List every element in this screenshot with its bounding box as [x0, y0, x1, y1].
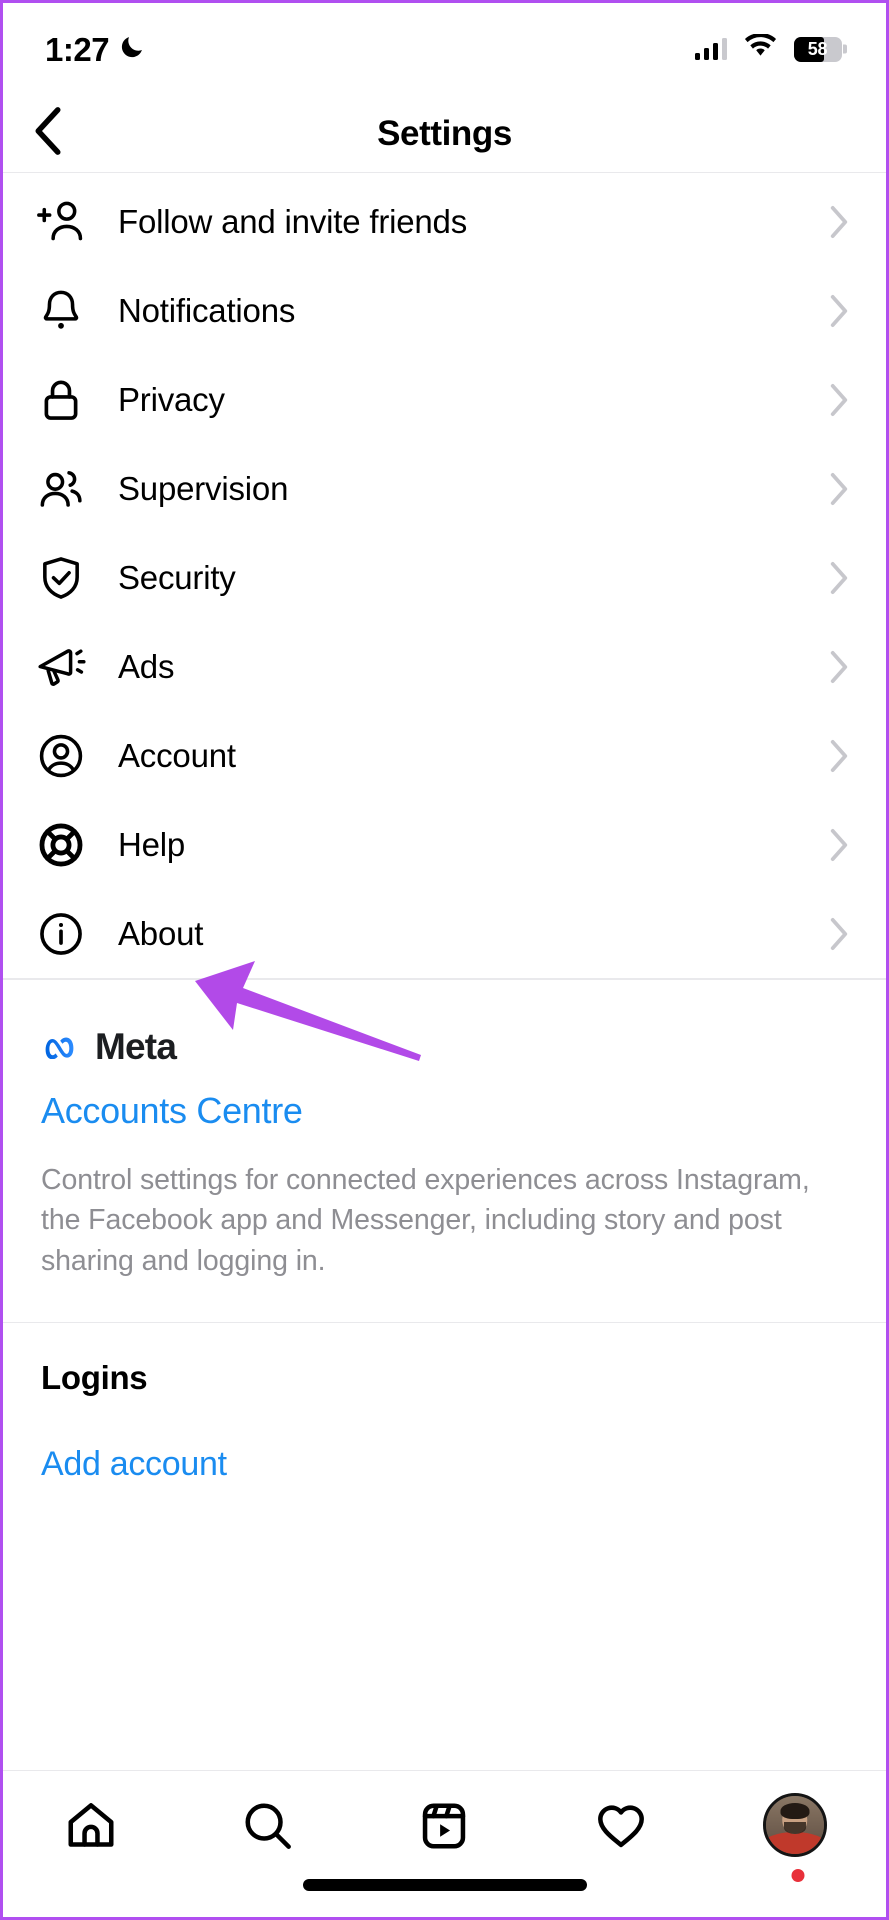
accounts-centre-link[interactable]: Accounts Centre	[41, 1090, 848, 1132]
menu-item-label: Privacy	[118, 380, 225, 418]
meta-accounts-centre-section: Meta Accounts Centre Control settings fo…	[3, 980, 886, 1322]
menu-item-label: Notifications	[118, 291, 296, 329]
menu-item-supervision[interactable]: Supervision	[3, 444, 886, 533]
chevron-right-icon	[828, 826, 850, 864]
nav-header: Settings	[3, 95, 886, 173]
meta-description: Control settings for connected experienc…	[41, 1163, 810, 1278]
notification-dot	[791, 1869, 805, 1882]
heart-icon	[593, 1798, 649, 1859]
chevron-right-icon	[828, 559, 850, 597]
menu-item-account[interactable]: Account	[3, 711, 886, 800]
chevron-right-icon	[828, 381, 850, 419]
menu-item-label: Security	[118, 558, 236, 596]
menu-item-label: Supervision	[118, 469, 289, 507]
menu-item-label: About	[118, 914, 204, 952]
menu-item-help[interactable]: Help	[3, 800, 886, 889]
chevron-right-icon	[828, 203, 850, 241]
chevron-right-icon	[828, 470, 850, 508]
menu-item-about[interactable]: About	[3, 889, 886, 978]
avatar-shirt	[765, 1831, 824, 1854]
add-account-link[interactable]: Add account	[41, 1445, 848, 1484]
bottom-tab-bar	[3, 1770, 886, 1917]
avatar-wrapper	[762, 1793, 833, 1882]
menu-item-label: Account	[118, 736, 236, 774]
menu-item-label: Ads	[118, 647, 175, 685]
battery-nub	[843, 44, 847, 54]
shield-check-icon	[34, 551, 88, 605]
person-add-icon	[34, 195, 88, 249]
status-bar-clock: 1:27	[45, 30, 110, 68]
person-circle-icon	[34, 729, 88, 783]
chevron-left-icon	[31, 105, 65, 162]
phone-screen: 1:27 58 Settings Follow and invite frien…	[0, 0, 889, 1920]
megaphone-icon	[34, 640, 88, 694]
crescent-moon-icon	[118, 33, 146, 66]
avatar-beard	[783, 1821, 806, 1835]
search-icon	[240, 1798, 296, 1859]
status-bar: 1:27 58	[3, 3, 886, 95]
tab-activity[interactable]	[566, 1787, 676, 1869]
tab-home[interactable]	[36, 1787, 146, 1869]
menu-item-security[interactable]: Security	[3, 533, 886, 622]
avatar-hair	[780, 1802, 810, 1819]
info-circle-icon	[34, 907, 88, 961]
chevron-right-icon	[828, 292, 850, 330]
meta-infinity-icon	[41, 1029, 85, 1064]
menu-item-privacy[interactable]: Privacy	[3, 355, 886, 444]
tab-reels[interactable]	[389, 1787, 499, 1869]
page-title: Settings	[377, 113, 512, 153]
chevron-right-icon	[828, 915, 850, 953]
cellular-signal-icon	[694, 38, 727, 60]
chevron-right-icon	[828, 737, 850, 775]
battery-percent-label: 58	[807, 38, 828, 59]
meta-brand-row: Meta	[41, 1026, 848, 1068]
meta-brand-label: Meta	[95, 1025, 177, 1067]
life-ring-icon	[34, 818, 88, 872]
home-icon	[63, 1798, 119, 1859]
wifi-icon	[744, 33, 777, 64]
menu-item-label: Help	[118, 825, 186, 863]
bell-icon	[34, 284, 88, 338]
battery-icon: 58	[794, 36, 847, 62]
menu-item-follow-and-invite-friends[interactable]: Follow and invite friends	[3, 177, 886, 266]
tab-profile[interactable]	[743, 1787, 853, 1882]
chevron-right-icon	[828, 648, 850, 686]
back-button[interactable]	[21, 107, 75, 161]
reels-icon	[416, 1798, 472, 1859]
two-people-icon	[34, 462, 88, 516]
status-bar-right: 58	[694, 33, 847, 64]
menu-item-label: Follow and invite friends	[118, 202, 468, 240]
lock-icon	[34, 373, 88, 427]
menu-item-notifications[interactable]: Notifications	[3, 266, 886, 355]
menu-item-ads[interactable]: Ads	[3, 622, 886, 711]
home-indicator	[302, 1879, 587, 1891]
tab-search[interactable]	[213, 1787, 323, 1869]
settings-menu-list: Follow and invite friends Notifications	[3, 173, 886, 978]
status-bar-left: 1:27	[45, 33, 146, 66]
logins-section: Logins Add account	[3, 1323, 886, 1524]
avatar	[762, 1793, 827, 1857]
logins-title: Logins	[41, 1359, 148, 1397]
